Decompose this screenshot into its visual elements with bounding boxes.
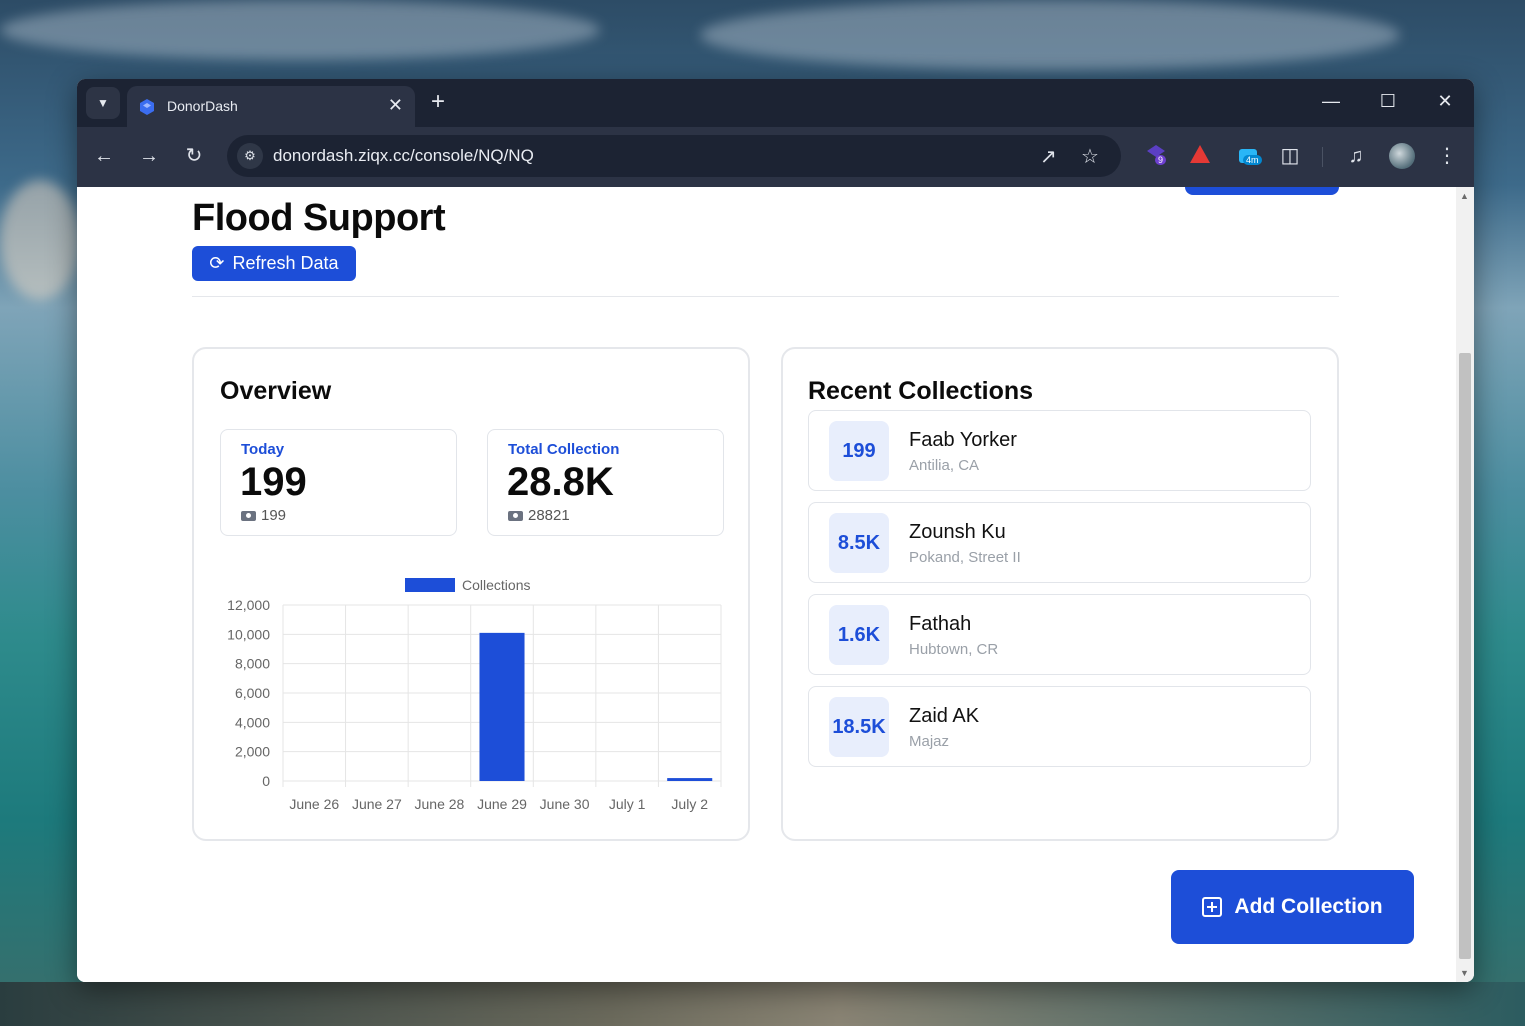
donordash-favicon-icon [140, 99, 154, 115]
donor-name: Faab Yorker [909, 429, 1017, 451]
total-sub: 28821 [508, 507, 570, 524]
browser-toolbar: ← → ↻ ⚙ donordash.ziqx.cc/console/NQ/NQ … [77, 127, 1474, 187]
profile-avatar[interactable] [1389, 143, 1415, 169]
recent-collections-card: Recent Collections 199 Faab Yorker Antil… [781, 347, 1339, 841]
donor-location: Antilia, CA [909, 457, 980, 474]
more-menu-icon[interactable]: ⋮ [1435, 144, 1459, 168]
x-tick-label: June 29 [477, 796, 527, 812]
back-icon[interactable]: ← [92, 144, 116, 168]
page-content: Flood Support ⟳ Refresh Data Overview To… [77, 187, 1456, 982]
open-in-app-icon[interactable]: ↗ [1040, 144, 1057, 169]
total-sub-value: 28821 [528, 507, 570, 524]
today-sub-value: 199 [261, 507, 287, 524]
chevron-down-icon: ▼ [97, 96, 109, 110]
donor-location: Majaz [909, 733, 950, 750]
extension-red-triangle-icon[interactable] [1189, 143, 1211, 170]
overview-card: Overview Today 199 199 Total Collection … [192, 347, 750, 841]
chart-bar [479, 632, 525, 781]
extension-badge: 4m [1243, 155, 1262, 165]
total-collection-stat: Total Collection 28.8K 28821 [487, 429, 724, 536]
collection-amount: 8.5K [829, 513, 889, 573]
legend-swatch [405, 578, 455, 592]
collection-item[interactable]: 199 Faab Yorker Antilia, CA [808, 410, 1311, 491]
add-collection-button[interactable]: Add Collection [1171, 870, 1414, 944]
y-tick-label: 8,000 [235, 656, 270, 672]
today-value: 199 [240, 460, 307, 504]
today-label: Today [241, 441, 285, 458]
url-text[interactable]: donordash.ziqx.cc/console/NQ/NQ [273, 146, 534, 166]
add-square-icon [1202, 897, 1223, 917]
extension-purple-icon[interactable]: 9 [1145, 143, 1167, 170]
toolbar-divider [1322, 147, 1323, 167]
donor-name: Zounsh Ku [909, 521, 1006, 543]
refresh-label: Refresh Data [232, 253, 339, 273]
browser-window: ▼ DonorDash ✕ + — ☐ ✕ ← → ↻ ⚙ donordash.… [77, 79, 1474, 982]
site-info-icon[interactable]: ⚙ [237, 143, 263, 169]
today-sub: 199 [241, 507, 286, 524]
x-tick-label: July 1 [609, 796, 646, 812]
header-divider [192, 296, 1339, 297]
today-stat: Today 199 199 [220, 429, 457, 536]
top-action-button[interactable] [1185, 187, 1339, 195]
scroll-down-icon[interactable]: ▼ [1460, 968, 1469, 978]
donor-name: Zaid AK [909, 705, 980, 727]
close-window-icon[interactable]: ✕ [1432, 91, 1458, 112]
collection-amount: 199 [829, 421, 889, 481]
add-collection-label: Add Collection [1234, 895, 1383, 918]
collections-bar-chart: Collections 12,000 10,000 8,000 6,000 4,000 2,… [227, 577, 722, 812]
y-tick-label: 12,000 [227, 597, 270, 613]
scroll-up-icon[interactable]: ▲ [1460, 191, 1469, 201]
x-tick-label: June 30 [540, 796, 590, 812]
extensions-puzzle-icon[interactable]: ◫ [1278, 144, 1302, 168]
extension-timer-icon[interactable]: 4m [1237, 143, 1262, 170]
y-tick-label: 2,000 [235, 744, 270, 760]
chart-bar [667, 778, 713, 781]
donor-location: Hubtown, CR [909, 641, 999, 658]
recent-collections-heading: Recent Collections [808, 377, 1034, 405]
refresh-icon: ⟳ [209, 253, 225, 273]
overview-heading: Overview [220, 377, 332, 405]
collection-amount: 1.6K [829, 605, 889, 665]
collection-item[interactable]: 1.6K Fathah Hubtown, CR [808, 594, 1311, 675]
total-label: Total Collection [508, 441, 620, 458]
close-tab-icon[interactable]: ✕ [388, 95, 403, 116]
legend-label: Collections [462, 577, 530, 593]
total-value: 28.8K [507, 460, 614, 504]
y-tick-label: 0 [262, 773, 270, 789]
maximize-icon[interactable]: ☐ [1375, 91, 1401, 112]
address-bar[interactable]: ⚙ donordash.ziqx.cc/console/NQ/NQ ↗ ☆ [227, 135, 1121, 177]
tab-strip: ▼ DonorDash ✕ + — ☐ ✕ [77, 79, 1474, 127]
bookmark-star-icon[interactable]: ☆ [1081, 144, 1099, 169]
forward-icon[interactable]: → [137, 144, 161, 168]
media-control-icon[interactable]: ♫ [1344, 144, 1368, 168]
x-tick-label: June 28 [415, 796, 465, 812]
collection-item[interactable]: 8.5K Zounsh Ku Pokand, Street II [808, 502, 1311, 583]
scroll-thumb[interactable] [1459, 353, 1471, 959]
donor-location: Pokand, Street II [909, 549, 1021, 566]
x-tick-label: June 27 [352, 796, 402, 812]
tab-donordash[interactable]: DonorDash ✕ [127, 86, 415, 127]
new-tab-button[interactable]: + [431, 89, 445, 115]
tab-title: DonorDash [167, 98, 238, 114]
x-tick-label: June 26 [289, 796, 339, 812]
page-title: Flood Support [192, 197, 446, 239]
extension-badge: 9 [1155, 155, 1167, 165]
y-tick-label: 10,000 [227, 626, 270, 642]
vertical-scrollbar[interactable]: ▲ ▼ [1456, 187, 1474, 982]
refresh-data-button[interactable]: ⟳ Refresh Data [192, 246, 356, 281]
x-tick-label: July 2 [671, 796, 708, 812]
cash-icon [508, 510, 523, 521]
cash-icon [241, 510, 256, 521]
tab-search-button[interactable]: ▼ [86, 87, 120, 119]
y-tick-label: 4,000 [235, 714, 270, 730]
minimize-icon[interactable]: — [1318, 91, 1344, 112]
collection-amount: 18.5K [829, 697, 889, 757]
collection-item[interactable]: 18.5K Zaid AK Majaz [808, 686, 1311, 767]
donor-name: Fathah [909, 613, 972, 635]
y-tick-label: 6,000 [235, 685, 270, 701]
reload-icon[interactable]: ↻ [182, 144, 206, 168]
